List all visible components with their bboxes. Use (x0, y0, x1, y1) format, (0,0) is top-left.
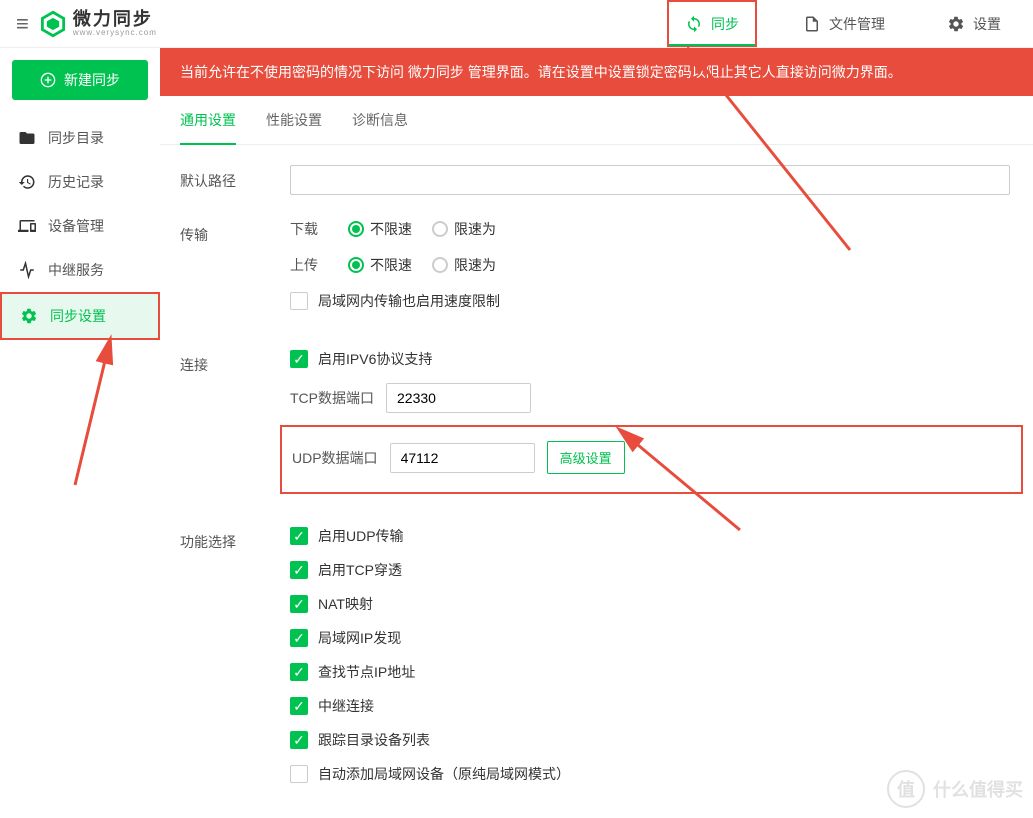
nav-settings-label: 设置 (973, 14, 1001, 34)
udp-port-input[interactable] (390, 443, 535, 473)
relay-conn-checkbox[interactable]: ✓中继连接 (290, 696, 1013, 716)
new-sync-label: 新建同步 (64, 70, 120, 90)
sidebar-item-label: 同步设置 (50, 306, 106, 326)
sidebar-item-history[interactable]: 历史记录 (0, 160, 160, 204)
sidebar-item-label: 中继服务 (48, 260, 104, 280)
connection-label: 连接 (180, 349, 290, 375)
sidebar-item-label: 设备管理 (48, 216, 104, 236)
tcp-punch-checkbox[interactable]: ✓启用TCP穿透 (290, 560, 1013, 580)
upload-limited-radio[interactable]: 限速为 (432, 255, 496, 275)
nat-checkbox[interactable]: ✓NAT映射 (290, 594, 1013, 614)
default-path-label: 默认路径 (180, 165, 290, 191)
watermark-text: 什么值得买 (933, 776, 1023, 802)
upload-label: 上传 (290, 255, 332, 275)
gear-icon (947, 15, 965, 33)
sidebar-item-sync-dir[interactable]: 同步目录 (0, 116, 160, 160)
tab-performance[interactable]: 性能设置 (266, 96, 322, 144)
download-limited-radio[interactable]: 限速为 (432, 219, 496, 239)
sidebar-item-sync-settings[interactable]: 同步设置 (0, 292, 160, 340)
history-icon (18, 173, 36, 191)
tab-diagnostic[interactable]: 诊断信息 (352, 96, 408, 144)
nav-settings[interactable]: 设置 (931, 0, 1017, 47)
new-sync-button[interactable]: 新建同步 (12, 60, 148, 100)
sidebar-item-label: 历史记录 (48, 172, 104, 192)
logo-icon (39, 10, 67, 38)
activity-icon (18, 261, 36, 279)
watermark: 值 什么值得买 (887, 770, 1023, 808)
nav-files-label: 文件管理 (829, 14, 885, 34)
logo-text: 微力同步 (73, 10, 157, 28)
nav-sync-label: 同步 (711, 14, 739, 34)
sidebar-item-label: 同步目录 (48, 128, 104, 148)
sidebar: 新建同步 同步目录 历史记录 设备管理 中继服务 同步设置 (0, 48, 160, 818)
watermark-badge: 值 (887, 770, 925, 808)
find-node-checkbox[interactable]: ✓查找节点IP地址 (290, 662, 1013, 682)
header-bar: ≡ 微力同步 www.verysync.com 同步 文件管理 设置 (0, 0, 1033, 48)
tcp-port-input[interactable] (386, 383, 531, 413)
tcp-port-label: TCP数据端口 (290, 388, 374, 408)
udp-port-label: UDP数据端口 (292, 448, 378, 468)
devices-icon (18, 217, 36, 235)
transfer-label: 传输 (180, 219, 290, 245)
download-unlimited-radio[interactable]: 不限速 (348, 219, 412, 239)
lan-limit-checkbox[interactable]: 局域网内传输也启用速度限制 (290, 291, 1013, 311)
logo-subtitle: www.verysync.com (73, 28, 157, 37)
upload-unlimited-radio[interactable]: 不限速 (348, 255, 412, 275)
file-icon (803, 15, 821, 33)
udp-port-highlight: UDP数据端口 高级设置 (280, 425, 1023, 494)
download-label: 下载 (290, 219, 332, 239)
nav-files[interactable]: 文件管理 (787, 0, 901, 47)
settings-tabs: 通用设置 性能设置 诊断信息 (160, 96, 1033, 145)
plus-circle-icon (40, 72, 56, 88)
features-label: 功能选择 (180, 526, 290, 552)
sidebar-item-device[interactable]: 设备管理 (0, 204, 160, 248)
hamburger-menu-icon[interactable]: ≡ (16, 11, 29, 37)
advanced-settings-button[interactable]: 高级设置 (547, 441, 625, 474)
sync-icon (685, 15, 703, 33)
logo[interactable]: 微力同步 www.verysync.com (39, 10, 157, 38)
nav-sync[interactable]: 同步 (667, 0, 757, 47)
lan-discover-checkbox[interactable]: ✓局域网IP发现 (290, 628, 1013, 648)
udp-transfer-checkbox[interactable]: ✓启用UDP传输 (290, 526, 1013, 546)
default-path-input[interactable] (290, 165, 1010, 195)
folder-icon (18, 129, 36, 147)
warning-banner: 当前允许在不使用密码的情况下访问 微力同步 管理界面。请在设置中设置锁定密码以阻… (160, 48, 1033, 96)
sidebar-item-relay[interactable]: 中继服务 (0, 248, 160, 292)
gear-icon (20, 307, 38, 325)
ipv6-checkbox[interactable]: ✓ 启用IPV6协议支持 (290, 349, 1013, 369)
main-content: 当前允许在不使用密码的情况下访问 微力同步 管理界面。请在设置中设置锁定密码以阻… (160, 48, 1033, 818)
tab-general[interactable]: 通用设置 (180, 96, 236, 144)
track-device-checkbox[interactable]: ✓跟踪目录设备列表 (290, 730, 1013, 750)
